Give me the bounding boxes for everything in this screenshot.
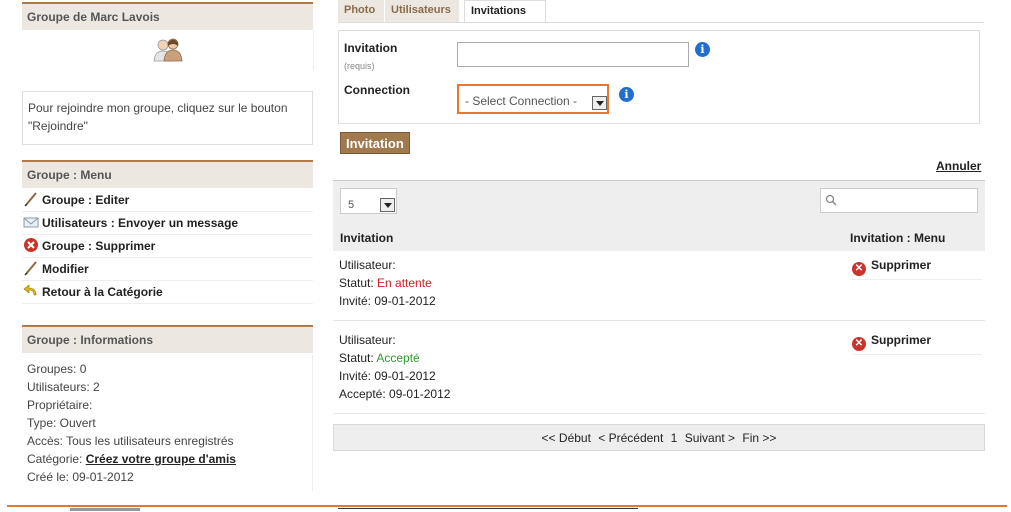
- group-users-icon: [153, 38, 183, 62]
- invitation-form: Invitation (requis) i Connection - Selec…: [338, 30, 980, 124]
- envelope-icon: [23, 217, 39, 228]
- delete-invitation-button[interactable]: ✕ Supprimer: [852, 258, 982, 280]
- category-link[interactable]: Créez votre groupe d'amis: [86, 452, 236, 466]
- table-row: Utilisateur: Statut: En attente Invité: …: [333, 250, 985, 320]
- connection-info-icon[interactable]: i: [619, 87, 634, 102]
- join-instructions: Pour rejoindre mon groupe, cliquez sur l…: [22, 91, 313, 145]
- group-title: Groupe de Marc Lavois: [22, 2, 313, 30]
- pager-current-page[interactable]: 1: [671, 431, 678, 445]
- pencil-icon: [24, 261, 37, 276]
- row-status: Statut: En attente: [339, 276, 432, 290]
- delete-label: Supprimer: [871, 258, 932, 272]
- chevron-down-icon: [380, 198, 395, 212]
- info-divider: [312, 355, 313, 491]
- pager-next[interactable]: Suivant >: [685, 431, 735, 445]
- pagination: << Début < Précédent 1 Suivant > Fin >>: [333, 424, 985, 451]
- column-header-menu: Invitation : Menu: [850, 231, 946, 245]
- info-owner: Propriétaire:: [27, 398, 93, 412]
- menu-delete-group[interactable]: Groupe : Supprimer: [22, 236, 313, 258]
- info-category: Catégorie: Créez votre groupe d'amis: [27, 452, 236, 466]
- row-invited-date: Invité: 09-01-2012: [339, 294, 436, 308]
- delete-icon: [24, 238, 38, 252]
- info-users: Utilisateurs: 2: [27, 380, 100, 394]
- chevron-down-icon: [592, 96, 607, 110]
- delete-icon: ✕: [852, 262, 866, 276]
- column-header-invitation: Invitation: [340, 231, 394, 245]
- status-badge-pending: En attente: [377, 276, 432, 290]
- pager-last[interactable]: Fin >>: [742, 431, 776, 445]
- pager-first[interactable]: << Début: [542, 431, 591, 445]
- connection-select[interactable]: - Select Connection -: [457, 84, 609, 114]
- invitation-input[interactable]: [457, 42, 689, 67]
- info-created: Créé le: 09-01-2012: [27, 470, 134, 484]
- tab-photo[interactable]: Photo: [338, 0, 384, 22]
- status-badge-accepted: Accepté: [376, 351, 420, 365]
- row-status-label: Statut:: [339, 351, 374, 365]
- row-invited-date: Invité: 09-01-2012: [339, 369, 436, 383]
- row-accepted-date: Accepté: 09-01-2012: [339, 387, 451, 401]
- menu-modify-label: Modifier: [42, 262, 89, 276]
- pencil-icon: [24, 192, 37, 207]
- menu-title: Groupe : Menu: [22, 160, 313, 188]
- tab-users[interactable]: Utilisateurs: [385, 0, 459, 22]
- row-user: Utilisateur:: [339, 258, 396, 272]
- group-avatar-area: [22, 30, 314, 70]
- connection-selected-value: - Select Connection -: [465, 94, 578, 108]
- menu-edit-group[interactable]: Groupe : Editer: [22, 190, 313, 212]
- delete-label: Supprimer: [871, 333, 932, 347]
- menu-back-to-category[interactable]: Retour à la Catégorie: [22, 282, 313, 304]
- footer-divider: [7, 505, 1007, 507]
- search-box[interactable]: [820, 188, 978, 213]
- search-icon: [825, 194, 837, 206]
- row-user: Utilisateur:: [339, 333, 396, 347]
- tab-underline: [338, 22, 984, 23]
- info-groups: Groupes: 0: [27, 362, 87, 376]
- row-status: Statut: Accepté: [339, 351, 420, 365]
- table-row: Utilisateur: Statut: Accepté Invité: 09-…: [333, 321, 985, 413]
- per-page-select[interactable]: 5: [340, 188, 397, 214]
- info-title: Groupe : Informations: [22, 325, 313, 353]
- delete-invitation-button[interactable]: ✕ Supprimer: [852, 333, 982, 355]
- invitation-label: Invitation: [344, 41, 398, 55]
- search-input[interactable]: [839, 191, 977, 211]
- tab-invitations[interactable]: Invitations: [464, 0, 546, 22]
- row-divider: [333, 413, 985, 414]
- connection-label: Connection: [344, 83, 410, 97]
- menu-modify[interactable]: Modifier: [22, 259, 313, 281]
- footer-fragment-right: [338, 508, 638, 512]
- table-toolbar: 5 Invitation Invitation : Menu: [333, 180, 985, 251]
- info-access: Accès: Tous les utilisateurs enregistrés: [27, 434, 234, 448]
- menu-send-message[interactable]: Utilisateurs : Envoyer un message: [22, 213, 313, 235]
- per-page-value: 5: [348, 199, 355, 211]
- delete-icon: ✕: [852, 337, 866, 351]
- menu-back-to-category-label: Retour à la Catégorie: [42, 285, 163, 299]
- cancel-link[interactable]: Annuler: [936, 159, 981, 173]
- invitation-info-icon[interactable]: i: [695, 42, 710, 57]
- menu-delete-group-label: Groupe : Supprimer: [42, 239, 156, 253]
- submit-invitation-button[interactable]: Invitation: [340, 132, 410, 154]
- return-arrow-icon: [23, 284, 37, 296]
- menu-send-message-label: Utilisateurs : Envoyer un message: [42, 216, 239, 230]
- invitation-required-note: (requis): [344, 61, 375, 71]
- info-type: Type: Ouvert: [27, 416, 96, 430]
- row-status-label: Statut:: [339, 276, 374, 290]
- pager-prev[interactable]: < Précédent: [598, 431, 663, 445]
- info-category-label: Catégorie:: [27, 452, 83, 466]
- menu-edit-group-label: Groupe : Editer: [42, 193, 130, 207]
